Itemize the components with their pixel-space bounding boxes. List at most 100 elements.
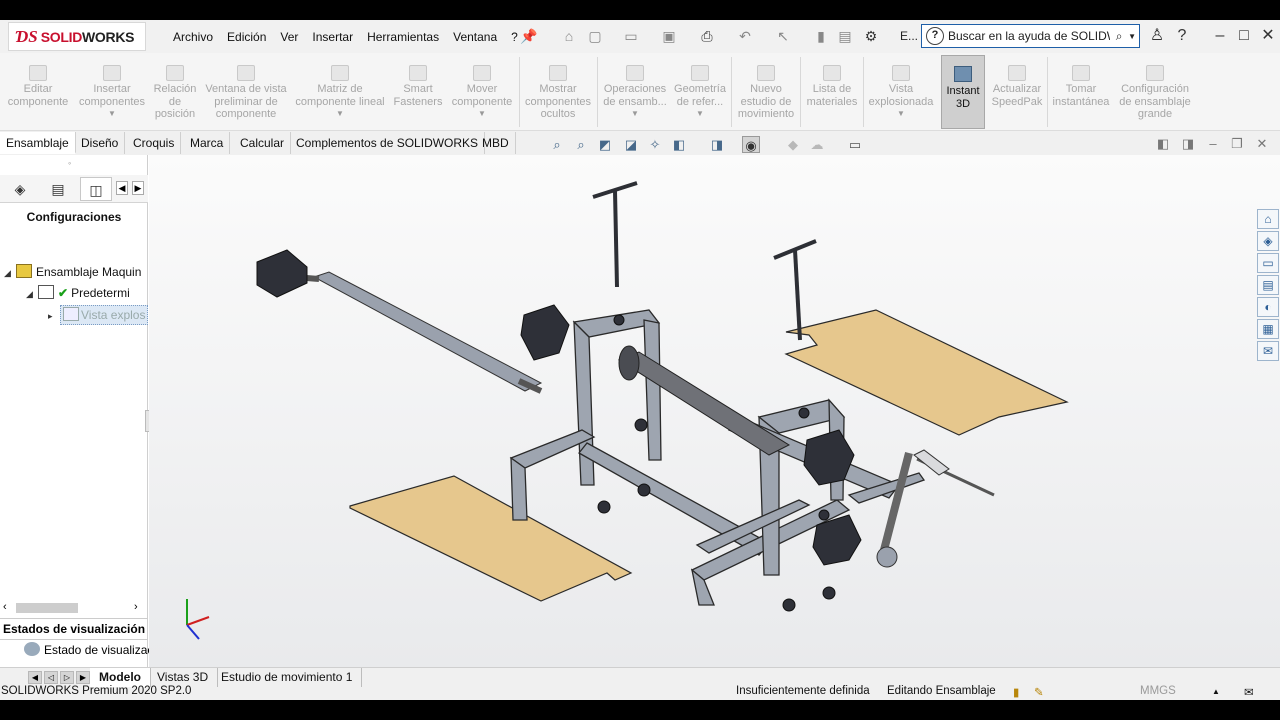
matriz-lineal-button[interactable]: Matriz de componente lineal ▼ (292, 55, 388, 129)
ensamblaje-grande-button[interactable]: Configuración de ensamblaje grande (1116, 55, 1194, 129)
zoom-to-area-icon[interactable]: ⌕ (572, 136, 590, 153)
file-explorer-icon[interactable]: ▤ (1257, 275, 1279, 295)
print-icon[interactable]: ⎙ (698, 27, 716, 45)
horizontal-scrollbar[interactable]: ‹ › (0, 601, 148, 615)
save-icon[interactable]: ▣ (660, 27, 678, 45)
chevron-down-icon[interactable]: ▼ (1128, 32, 1139, 41)
appearances-icon[interactable]: ◐ (1257, 297, 1279, 317)
actualizar-speedpak-button[interactable]: Actualizar SpeedPak (988, 55, 1046, 129)
vista-preliminar-button[interactable]: Ventana de vista preliminar de component… (204, 55, 288, 129)
file-properties-icon[interactable]: ▤ (836, 27, 854, 45)
next-view-arrow-icon[interactable]: ◨ (1180, 136, 1196, 152)
collapse-icon[interactable]: ◢ (4, 264, 16, 282)
expand-icon[interactable]: ▸ (48, 307, 60, 325)
menu-archivo[interactable]: Archivo (166, 30, 220, 44)
menu-ventana[interactable]: Ventana (446, 30, 504, 44)
insertar-componentes-button[interactable]: Insertar componentes ▼ (76, 55, 148, 129)
nav-next-icon[interactable]: ▷ (60, 671, 74, 684)
scroll-left-icon[interactable]: ‹ (3, 601, 7, 613)
chat-icon[interactable]: ✉ (1244, 685, 1254, 699)
chevron-down-icon[interactable]: ▼ (76, 108, 148, 121)
nav-prev-icon[interactable]: ◁ (44, 671, 58, 684)
operaciones-ensamblaje-button[interactable]: Operaciones de ensamb... ▼ (600, 55, 670, 129)
menu-insertar[interactable]: Insertar (305, 30, 360, 44)
display-style-icon[interactable]: ◨ (708, 136, 726, 153)
collapse-icon[interactable]: ◢ (26, 285, 38, 303)
user-icon[interactable]: ♙ (1147, 26, 1167, 46)
tab-marca[interactable]: Marca (184, 132, 231, 154)
lista-materiales-button[interactable]: Lista de materiales (803, 55, 861, 129)
tree-item-exploded-view[interactable]: ▸ Vista explos (48, 305, 149, 325)
close-button[interactable]: ✕ (1258, 26, 1278, 46)
doc-close-button[interactable]: ✕ (1254, 136, 1270, 152)
mover-componente-button[interactable]: Mover componente ▼ (448, 55, 516, 129)
tree-item-assembly[interactable]: ◢ Ensamblaje Maquin (4, 263, 141, 281)
scrollbar-thumb[interactable] (16, 603, 78, 613)
feature-manager-tab-icon[interactable]: ◈ (4, 177, 36, 201)
search-icon[interactable]: ⌕ (1110, 29, 1128, 44)
geometria-referencia-button[interactable]: Geometría de refer... ▼ (672, 55, 728, 129)
help-icon[interactable]: ? (1172, 26, 1192, 46)
chevron-up-icon[interactable]: ▲ (1212, 687, 1220, 696)
chevron-left-icon[interactable]: ◀ (116, 181, 128, 195)
section-view-icon[interactable]: ◪ (622, 136, 640, 153)
tab-estudio-movimiento[interactable]: Estudio de movimiento 1 (212, 668, 363, 687)
unit-system[interactable]: MMGS (1140, 685, 1176, 697)
menu-ver[interactable]: Ver (273, 30, 305, 44)
tree-item-config-default[interactable]: ◢ ✔ Predetermi (26, 284, 130, 302)
tomar-instantanea-button[interactable]: Tomar instantánea (1050, 55, 1112, 129)
panel-handle-icon[interactable]: ◦ (68, 158, 71, 168)
minimize-button[interactable]: – (1210, 26, 1230, 46)
pin-icon[interactable]: 📌 (520, 27, 538, 45)
edit-appearance-icon[interactable]: ◆ (784, 136, 802, 153)
property-manager-tab-icon[interactable]: ▤ (42, 177, 74, 201)
previous-view-icon[interactable]: ◩ (596, 136, 614, 153)
prev-view-arrow-icon[interactable]: ◧ (1155, 136, 1171, 152)
help-search-input[interactable]: ? Buscar en la ayuda de SOLIDWOI ⌕ ▼ (921, 24, 1140, 48)
view-settings-icon[interactable]: ▭ (846, 136, 864, 153)
resources-icon[interactable]: ◈ (1257, 231, 1279, 251)
nuevo-estudio-movimiento-button[interactable]: Nuevo estudio de movimiento (734, 55, 798, 129)
vista-explosionada-button[interactable]: Vista explosionada ▼ (866, 55, 936, 129)
open-icon[interactable]: ▭ (622, 27, 640, 45)
design-library-icon[interactable]: ▭ (1257, 253, 1279, 273)
tab-diseno[interactable]: Diseño (75, 132, 126, 154)
home-icon[interactable]: ⌂ (560, 27, 578, 45)
scroll-right-icon[interactable]: › (134, 601, 138, 613)
menu-edicion[interactable]: Edición (220, 30, 273, 44)
graphics-area[interactable]: ⌂ ◈ ▭ ▤ ◐ ▦ ✉ (149, 155, 1280, 667)
nav-first-icon[interactable]: ◀ (28, 671, 42, 684)
editar-componente-button[interactable]: Editar componente (4, 55, 72, 129)
chevron-down-icon[interactable]: ▼ (292, 108, 388, 121)
display-state-item[interactable]: Estado de visualizac (24, 642, 153, 657)
solidworks-logo[interactable]: ƊS SOLIDWORKS (8, 22, 146, 51)
instant-3d-button[interactable]: Instant 3D (941, 55, 985, 129)
tab-croquis[interactable]: Croquis (127, 132, 182, 154)
dynamic-annotation-icon[interactable]: ✧ (646, 136, 664, 153)
rebuild-icon[interactable]: ▮ (812, 27, 830, 45)
rebuild-status-icon[interactable]: ▮ (1013, 685, 1019, 699)
tab-complementos[interactable]: Complementos de SOLIDWORKS (290, 132, 486, 154)
smart-fasteners-button[interactable]: Smart Fasteners (392, 55, 444, 129)
view-orientation-icon[interactable]: ◧ (670, 136, 688, 153)
gear-icon[interactable]: ⚙ (862, 27, 880, 45)
chevron-down-icon[interactable]: ▼ (600, 108, 670, 121)
hide-show-items-icon[interactable]: ◉ (742, 136, 760, 153)
select-icon[interactable]: ↖ (774, 27, 792, 45)
chevron-down-icon[interactable]: ▼ (448, 108, 516, 121)
mostrar-ocultos-button[interactable]: Mostrar componentes ocultos (522, 55, 594, 129)
doc-restore-button[interactable]: ❐ (1229, 136, 1245, 152)
undo-icon[interactable]: ↶ (736, 27, 754, 45)
chevron-down-icon[interactable]: ▼ (672, 108, 728, 121)
maximize-button[interactable]: □ (1234, 26, 1254, 46)
tab-calcular[interactable]: Calcular (234, 132, 292, 154)
doc-minimize-button[interactable]: – (1205, 136, 1221, 152)
chevron-right-icon[interactable]: ▶ (132, 181, 144, 195)
chevron-down-icon[interactable]: ▼ (866, 108, 936, 121)
forum-icon[interactable]: ✉ (1257, 341, 1279, 361)
nav-last-icon[interactable]: ▶ (76, 671, 90, 684)
exploded-assembly-model[interactable] (149, 155, 1280, 667)
new-document-icon[interactable]: ▢ (586, 27, 604, 45)
apply-scene-icon[interactable]: ☁ (808, 136, 826, 153)
custom-properties-icon[interactable]: ▦ (1257, 319, 1279, 339)
